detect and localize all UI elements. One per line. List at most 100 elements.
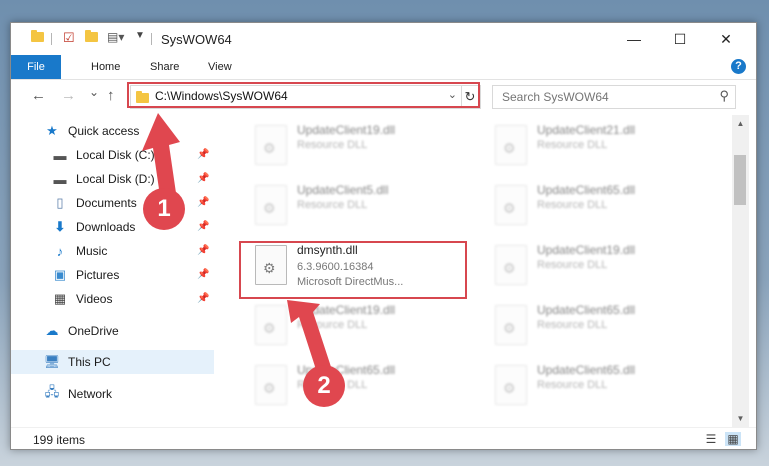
sidebar-item-label: OneDrive — [68, 324, 119, 338]
file-item[interactable]: ⚙ UpdateClient65.dll Resource DLL — [489, 299, 719, 349]
scroll-thumb[interactable] — [734, 155, 746, 205]
navigation-bar: ← → ⌄ ↑ C:\Windows\SysWOW64 ⌄ ↻ ⚲ — [11, 79, 756, 113]
vertical-scrollbar[interactable]: ▲ ▼ — [732, 115, 749, 427]
dll-file-icon: ⚙ — [255, 185, 287, 225]
dll-file-icon: ⚙ — [255, 125, 287, 165]
maximize-button[interactable]: ☐ — [657, 23, 703, 55]
pin-icon[interactable]: 📌 — [197, 293, 209, 304]
drive-icon: ▬ — [53, 171, 67, 187]
cloud-icon: ☁ — [45, 323, 59, 338]
sidebar-item-pictures[interactable]: ▣ Pictures — [52, 263, 120, 287]
file-description: Resource DLL — [297, 199, 368, 211]
toolbar-divider — [51, 33, 52, 45]
forward-button[interactable]: → — [61, 87, 76, 104]
tiles-view-icon[interactable]: ▦ — [725, 432, 741, 446]
gear-icon: ⚙ — [263, 200, 276, 216]
title-bar: ☑ ▤▾ ▼ SysWOW64 — ☐ ✕ — [11, 23, 756, 55]
up-button[interactable]: ↑ — [107, 87, 115, 104]
sidebar-item-label: Network — [68, 387, 113, 401]
sidebar-item-label: Downloads — [76, 220, 136, 234]
search-box[interactable]: ⚲ — [492, 85, 736, 109]
file-item[interactable]: ⚙ UpdateClient65.dll Resource DLL — [489, 359, 719, 409]
sidebar-item-downloads[interactable]: ⬇ Downloads — [52, 215, 136, 239]
pin-icon[interactable]: 📌 — [197, 221, 209, 232]
gear-icon: ⚙ — [263, 320, 276, 336]
sidebar-item-label: Pictures — [76, 268, 120, 282]
file-item[interactable]: ⚙ UpdateClient65.dll Resource DLL — [489, 179, 719, 229]
sidebar-item-documents[interactable]: ▯ Documents — [52, 191, 136, 215]
file-name: UpdateClient5.dll — [297, 183, 389, 197]
sidebar-item-label: Local Disk (D:) — [76, 172, 155, 186]
recent-locations-button[interactable]: ⌄ — [89, 85, 99, 99]
dll-file-icon: ⚙ — [495, 365, 527, 405]
sidebar-item-quick-access[interactable]: ★ Quick access — [44, 119, 139, 143]
pin-icon[interactable]: 📌 — [197, 269, 209, 280]
file-item[interactable]: ⚙ UpdateClient5.dll Resource DLL — [249, 179, 479, 229]
sidebar-item-music[interactable]: ♪ Music — [52, 239, 108, 263]
tab-share[interactable]: Share — [150, 55, 179, 79]
pin-icon[interactable]: 📌 — [197, 173, 209, 184]
tab-home[interactable]: Home — [91, 55, 120, 79]
gear-icon: ⚙ — [503, 140, 516, 156]
sidebar-item-label: Music — [76, 244, 108, 258]
search-icon[interactable]: ⚲ — [719, 88, 729, 104]
sidebar-item-network[interactable]: 🖧 Network — [44, 382, 112, 406]
item-count: 199 items — [33, 433, 86, 447]
pin-icon[interactable]: 📌 — [197, 197, 209, 208]
file-explorer-window: ☑ ▤▾ ▼ SysWOW64 — ☐ ✕ File Home Share Vi… — [10, 22, 757, 450]
file-description: Resource DLL — [537, 259, 608, 271]
file-item[interactable]: ⚙ UpdateClient21.dll Resource DLL — [489, 119, 719, 169]
navigation-pane: ★ Quick access ▬ Local Disk (C:) ▬ Local… — [11, 119, 215, 419]
scroll-down-button[interactable]: ▼ — [732, 410, 749, 427]
quick-access-folder-icon[interactable] — [31, 30, 44, 42]
gear-icon: ⚙ — [263, 380, 276, 396]
document-icon: ▯ — [56, 195, 64, 210]
customize-toolbar-icon[interactable]: ▤▾ — [107, 30, 124, 44]
music-icon: ♪ — [56, 243, 64, 259]
back-button[interactable]: ← — [31, 87, 46, 104]
pin-icon[interactable]: 📌 — [197, 149, 209, 160]
video-icon: ▦ — [53, 291, 67, 306]
new-folder-icon[interactable] — [85, 30, 98, 42]
sidebar-item-local-disk-c[interactable]: ▬ Local Disk (C:) — [52, 143, 155, 167]
gear-icon: ⚙ — [503, 380, 516, 396]
tab-file[interactable]: File — [11, 55, 61, 79]
pin-icon[interactable]: 📌 — [197, 245, 209, 256]
sidebar-item-onedrive[interactable]: ☁ OneDrive — [44, 319, 119, 343]
minimize-button[interactable]: — — [611, 23, 657, 55]
computer-icon: 🖥 — [43, 354, 61, 369]
tab-view[interactable]: View — [208, 55, 232, 79]
annotation-marker-1: 1 — [143, 188, 185, 230]
scroll-up-button[interactable]: ▲ — [732, 115, 749, 132]
file-item[interactable]: ⚙ UpdateClient19.dll Resource DLL — [489, 239, 719, 289]
file-item[interactable]: ⚙ UpdateClient19.dll Resource DLL — [249, 299, 479, 349]
file-item[interactable]: ⚙ UpdateClient65.dll Resource DLL — [249, 359, 479, 409]
file-name: UpdateClient65.dll — [537, 183, 636, 197]
annotation-marker-2: 2 — [303, 365, 345, 407]
address-highlight-box — [127, 82, 480, 108]
title-divider — [151, 33, 152, 45]
sidebar-item-label: Videos — [76, 292, 113, 306]
search-input[interactable] — [500, 89, 704, 105]
gear-icon: ⚙ — [503, 320, 516, 336]
close-button[interactable]: ✕ — [703, 23, 749, 55]
file-item[interactable]: ⚙ UpdateClient19.dll Resource DLL — [249, 119, 479, 169]
dll-file-icon: ⚙ — [255, 305, 287, 345]
sidebar-item-local-disk-d[interactable]: ▬ Local Disk (D:) — [52, 167, 155, 191]
details-view-icon[interactable]: ☰ — [703, 432, 719, 446]
download-icon: ⬇ — [54, 219, 66, 234]
pictures-icon: ▣ — [53, 267, 67, 282]
network-icon: 🖧 — [44, 384, 60, 399]
chevron-down-icon[interactable]: ▼ — [135, 30, 145, 41]
status-bar: 199 items ☰ ▦ — [11, 427, 756, 449]
sidebar-item-this-pc[interactable]: 🖥 This PC — [44, 350, 111, 374]
star-icon: ★ — [46, 123, 58, 138]
sidebar-item-videos[interactable]: ▦ Videos — [52, 287, 113, 311]
file-name: UpdateClient21.dll — [537, 123, 636, 137]
help-icon[interactable]: ? — [731, 59, 746, 74]
properties-icon[interactable]: ☑ — [63, 30, 75, 46]
dll-file-icon: ⚙ — [495, 185, 527, 225]
file-description: Resource DLL — [537, 139, 608, 151]
sidebar-item-label: Local Disk (C:) — [76, 148, 155, 162]
file-highlight-box — [239, 241, 467, 299]
